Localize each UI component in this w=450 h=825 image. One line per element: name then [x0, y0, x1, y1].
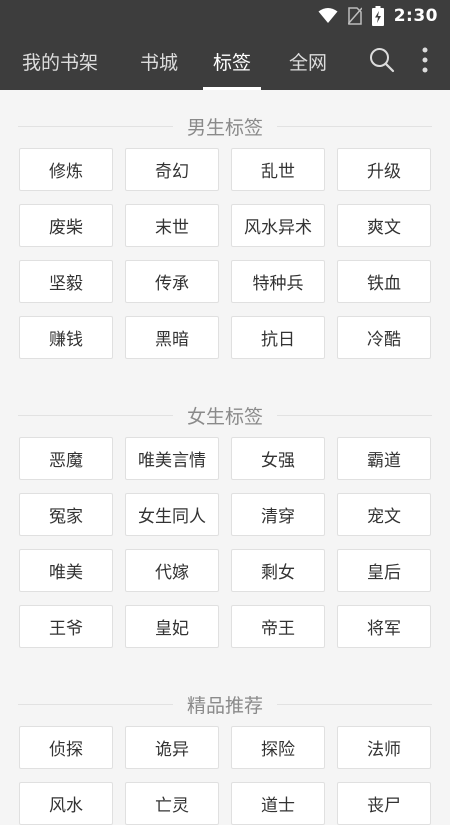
tag-button[interactable]: 王爷 — [19, 605, 113, 648]
tag-button[interactable]: 唯美言情 — [125, 437, 219, 480]
section-header: 男生标签 — [18, 115, 433, 139]
tag-button[interactable]: 升级 — [337, 148, 431, 191]
divider — [277, 703, 433, 705]
tag-button[interactable]: 皇妃 — [125, 605, 219, 648]
divider — [18, 125, 173, 127]
tag-button[interactable]: 诡异 — [125, 726, 219, 769]
divider — [18, 703, 173, 705]
tag-button[interactable]: 爽文 — [337, 204, 431, 247]
battery-charging-icon — [371, 6, 384, 26]
wifi-icon — [318, 8, 338, 23]
tag-button[interactable]: 抗日 — [231, 316, 325, 359]
tag-button[interactable]: 坚毅 — [19, 260, 113, 303]
section-title: 精品推荐 — [187, 694, 264, 717]
tag-button[interactable]: 特种兵 — [231, 260, 325, 303]
tab-label: 标签 — [212, 51, 251, 74]
tag-button[interactable]: 法师 — [337, 726, 431, 769]
status-time: 2:30 — [393, 6, 438, 26]
search-icon[interactable] — [368, 46, 396, 74]
tag-button[interactable]: 铁血 — [337, 260, 431, 303]
tag-button[interactable]: 黑暗 — [125, 316, 219, 359]
tag-button[interactable]: 女强 — [231, 437, 325, 480]
tag-button[interactable]: 道士 — [231, 782, 325, 825]
tag-button[interactable]: 废柴 — [19, 204, 113, 247]
section-header: 女生标签 — [18, 404, 433, 428]
tab-label: 书城 — [139, 51, 178, 74]
divider — [277, 414, 433, 416]
tag-button[interactable]: 霸道 — [337, 437, 431, 480]
tag-button[interactable]: 代嫁 — [125, 549, 219, 592]
tag-button[interactable]: 唯美 — [19, 549, 113, 592]
no-sim-icon — [347, 7, 362, 25]
more-vertical-icon[interactable] — [418, 46, 432, 74]
tag-button[interactable]: 修炼 — [19, 148, 113, 191]
tab-tags[interactable]: 标签 — [203, 32, 261, 90]
tag-button[interactable]: 恶魔 — [19, 437, 113, 480]
section-title: 女生标签 — [187, 405, 264, 428]
tab-web[interactable]: 全网 — [281, 32, 335, 90]
tag-button[interactable]: 清穿 — [231, 493, 325, 536]
status-bar: 2:30 — [0, 0, 450, 32]
tag-button[interactable]: 女生同人 — [125, 493, 219, 536]
tag-button[interactable]: 风水 — [19, 782, 113, 825]
tag-button[interactable]: 乱世 — [231, 148, 325, 191]
divider — [18, 414, 173, 416]
tag-button[interactable]: 末世 — [125, 204, 219, 247]
tag-button[interactable]: 宠文 — [337, 493, 431, 536]
tag-button[interactable]: 帝王 — [231, 605, 325, 648]
tag-button[interactable]: 冷酷 — [337, 316, 431, 359]
top-nav: 我的书架 书城 标签 全网 — [0, 32, 450, 90]
tag-button[interactable]: 将军 — [337, 605, 431, 648]
tag-button[interactable]: 传承 — [125, 260, 219, 303]
section-header: 精品推荐 — [18, 693, 433, 717]
tag-button[interactable]: 赚钱 — [19, 316, 113, 359]
tag-button[interactable]: 探险 — [231, 726, 325, 769]
tag-list: 男生标签修炼 奇幻 乱世 升级废柴 末世 风水异术 爽文坚毅 传承 特种兵 铁血赚钱 黑暗 抗日 冷酷女… — [0, 90, 450, 825]
divider — [277, 125, 433, 127]
tag-button[interactable]: 侦探 — [19, 726, 113, 769]
tag-button[interactable]: 奇幻 — [125, 148, 219, 191]
section-title: 男生标签 — [187, 116, 264, 139]
tag-button[interactable]: 剩女 — [231, 549, 325, 592]
tab-bookshelf[interactable]: 我的书架 — [6, 32, 114, 90]
tab-label: 我的书架 — [21, 51, 98, 74]
tag-button[interactable]: 风水异术 — [231, 204, 325, 247]
tag-button[interactable]: 丧尸 — [337, 782, 431, 825]
tab-bookstore[interactable]: 书城 — [132, 32, 186, 90]
tag-button[interactable]: 亡灵 — [125, 782, 219, 825]
tab-label: 全网 — [288, 51, 327, 74]
tag-button[interactable]: 冤家 — [19, 493, 113, 536]
tag-button[interactable]: 皇后 — [337, 549, 431, 592]
